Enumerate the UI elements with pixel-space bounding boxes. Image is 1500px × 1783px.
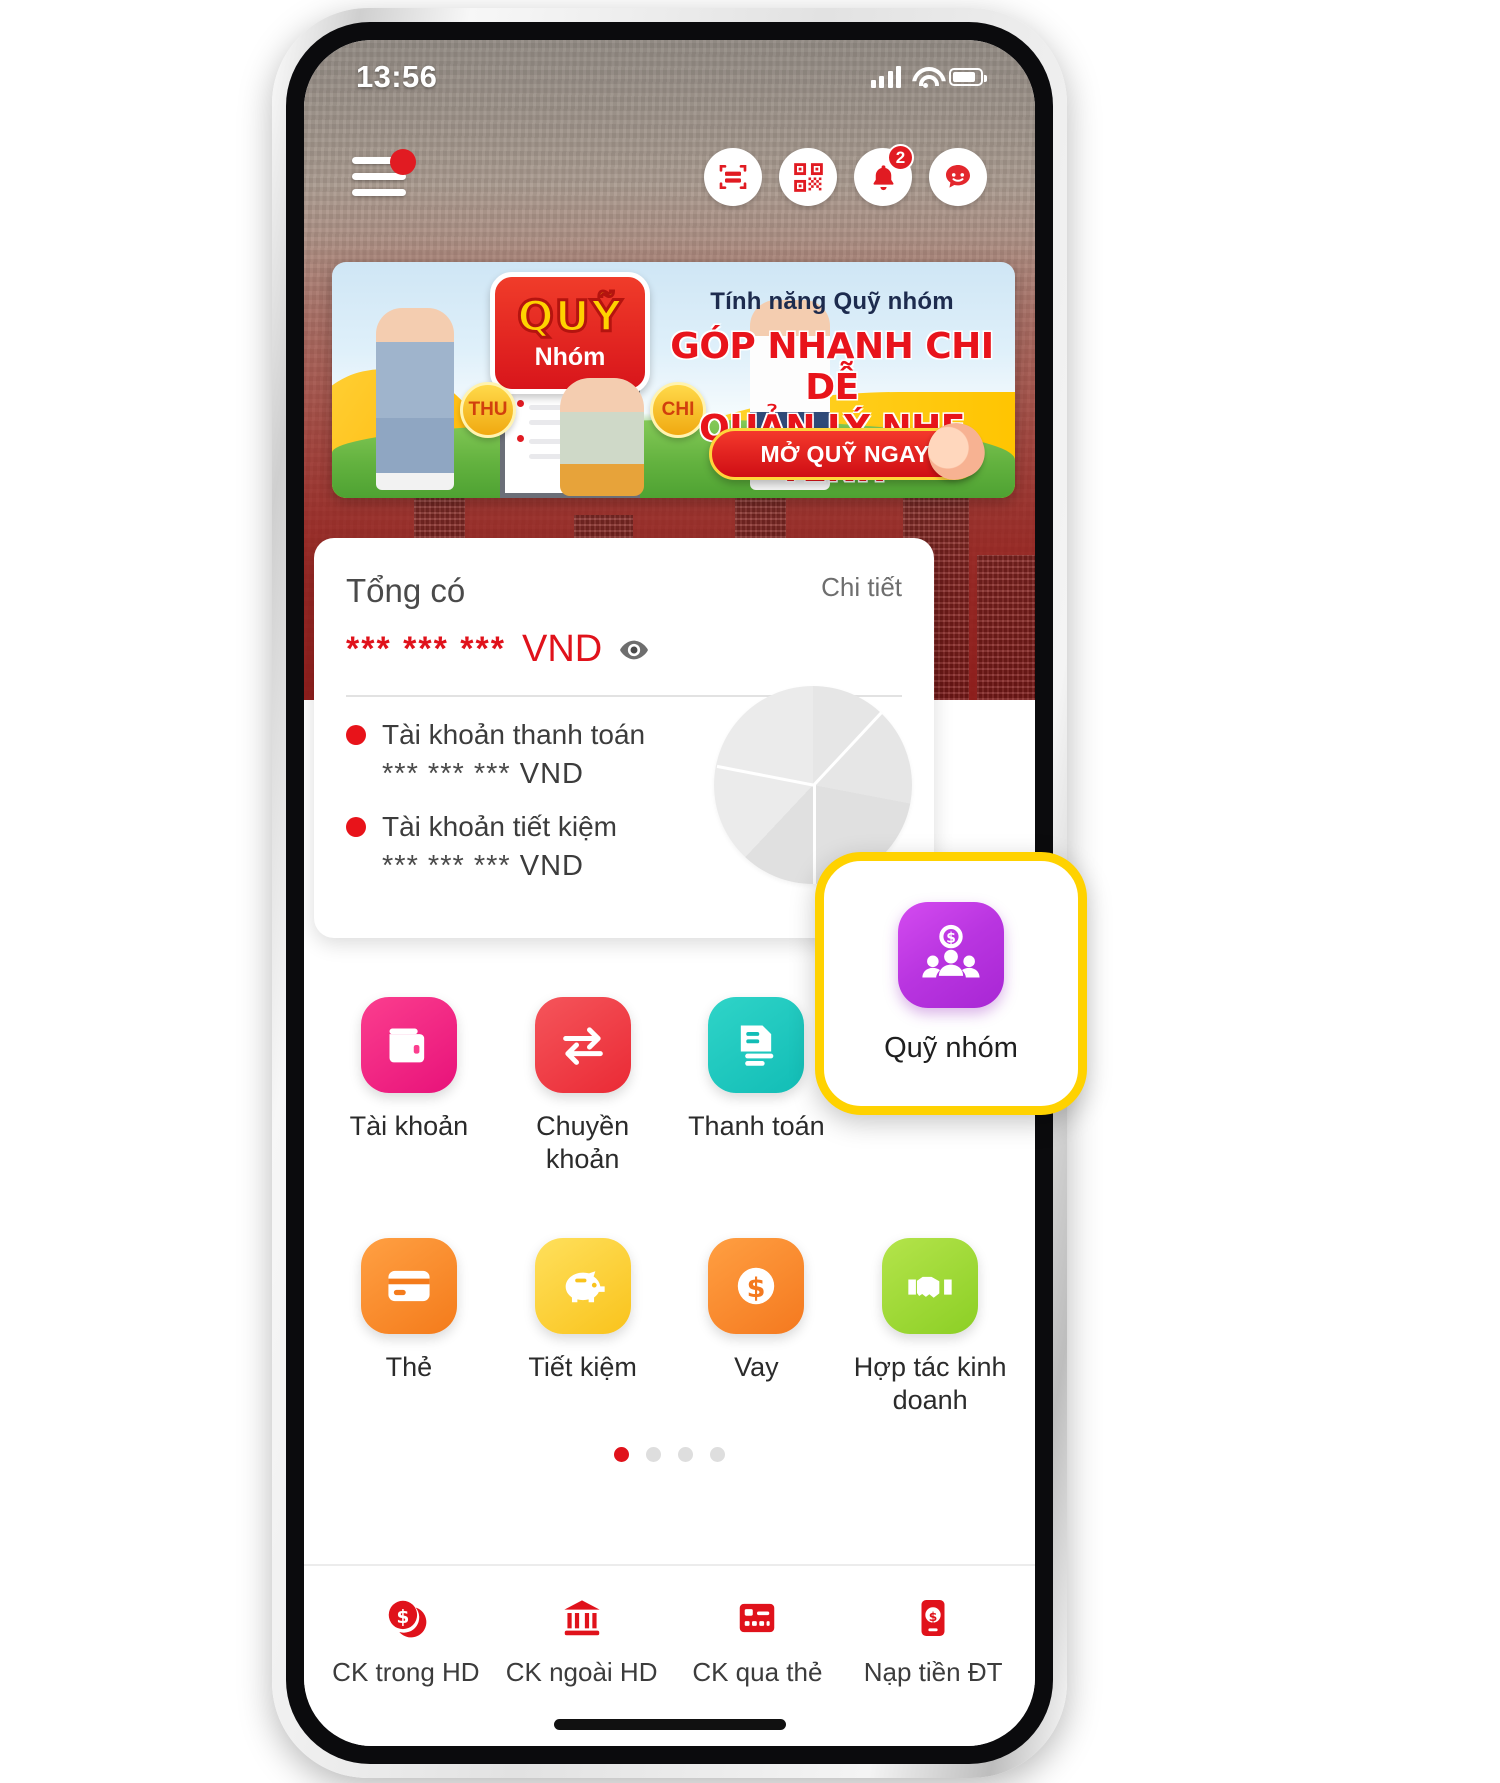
nav-label: CK qua thẻ bbox=[692, 1657, 823, 1687]
balance-detail-link[interactable]: Chi tiết bbox=[821, 572, 902, 603]
dollar-coin-icon: $ bbox=[708, 1237, 805, 1334]
signal-bars-icon bbox=[870, 66, 901, 88]
coin-dollar-icon: $ bbox=[380, 1592, 432, 1644]
piggy-bank-icon bbox=[534, 1237, 631, 1334]
pagination-dot-2[interactable] bbox=[646, 1446, 661, 1462]
banner-headline-1: GÓP NHANH CHI DỄ bbox=[670, 326, 994, 409]
svg-text:$: $ bbox=[946, 930, 956, 946]
shortcut-label: Chuyền khoản bbox=[536, 1111, 630, 1174]
shortcuts-row-2: Thẻ Tiết kiệm $ Vay Hợp tác kinh doanh bbox=[304, 1176, 1035, 1417]
battery-icon bbox=[949, 68, 987, 86]
svg-text:$: $ bbox=[396, 1607, 409, 1628]
account-amount-masked: *** *** *** bbox=[382, 758, 511, 790]
bill-payment-icon bbox=[708, 997, 805, 1093]
group-fund-icon: $ bbox=[898, 902, 1004, 1008]
total-balance-currency: VND bbox=[521, 628, 603, 670]
wifi-icon bbox=[912, 67, 938, 88]
legend-dot-icon bbox=[346, 817, 366, 837]
pagination-dots[interactable] bbox=[304, 1446, 1035, 1462]
open-fund-button-label: MỞ QUỸ NGAY bbox=[760, 440, 930, 467]
callout-label: Quỹ nhóm bbox=[884, 1032, 1018, 1064]
home-indicator bbox=[553, 1719, 786, 1730]
wallet-icon bbox=[360, 997, 457, 1093]
shortcut-the[interactable]: Thẻ bbox=[322, 1237, 496, 1417]
legend-dot-icon bbox=[346, 725, 366, 745]
eye-visibility-icon[interactable] bbox=[618, 639, 650, 661]
shortcut-tiet-kiem[interactable]: Tiết kiệm bbox=[496, 1237, 670, 1417]
credit-card-icon bbox=[360, 1237, 457, 1334]
mobile-topup-icon: $ bbox=[907, 1592, 959, 1644]
account-label: Tài khoản thanh toán bbox=[382, 719, 646, 750]
notification-dot bbox=[390, 149, 416, 175]
nav-label: Nạp tiền ĐT bbox=[863, 1657, 1003, 1687]
status-time: 13:56 bbox=[356, 59, 438, 94]
banner-person-left bbox=[376, 308, 454, 490]
nav-ck-trong-hd[interactable]: $ CK trong HD bbox=[318, 1592, 494, 1746]
bottom-navigation: $ CK trong HD CK ngoài HD CK qua thẻ $ N… bbox=[304, 1564, 1035, 1746]
shortcut-tai-khoan[interactable]: Tài khoản bbox=[322, 997, 496, 1176]
bell-icon[interactable]: 2 bbox=[854, 144, 914, 206]
bank-building-icon bbox=[556, 1592, 608, 1644]
transfer-arrows-icon bbox=[534, 997, 631, 1093]
account-amount-masked: *** *** *** bbox=[382, 850, 511, 882]
quy-nhom-logo: QUỸ Nhóm bbox=[490, 272, 650, 394]
nav-nap-tien-dt[interactable]: $ Nạp tiền ĐT bbox=[845, 1592, 1021, 1746]
chat-support-icon[interactable] bbox=[929, 148, 987, 206]
shortcut-label: Vay bbox=[734, 1351, 779, 1382]
coin-badge-thu: THU bbox=[460, 382, 516, 438]
banner-person-center bbox=[560, 378, 644, 496]
logo-subtitle: Nhóm bbox=[534, 343, 606, 371]
total-balance-row: *** *** *** VND bbox=[346, 628, 902, 671]
shortcut-label: Thanh toán bbox=[688, 1111, 825, 1141]
page-title: Tổng có bbox=[346, 572, 466, 609]
status-indicators bbox=[870, 66, 987, 88]
account-amount-currency: VND bbox=[519, 758, 584, 790]
hamburger-menu-icon[interactable] bbox=[352, 149, 416, 199]
total-balance-masked: *** *** *** bbox=[346, 630, 506, 668]
nav-label: CK trong HD bbox=[332, 1657, 480, 1687]
svg-text:$: $ bbox=[929, 1610, 938, 1624]
pagination-dot-4[interactable] bbox=[710, 1446, 725, 1462]
promo-banner[interactable]: QUỸ Nhóm THU CHI Tính năng Quỹ nhóm GÓP … bbox=[332, 262, 1015, 498]
open-fund-button[interactable]: MỞ QUỸ NGAY bbox=[709, 415, 992, 487]
shortcut-label: Tài khoản bbox=[349, 1111, 469, 1141]
shortcut-label: Tiết kiệm bbox=[528, 1351, 637, 1382]
shortcut-label: Hợp tác kinh doanh bbox=[853, 1351, 1007, 1415]
balance-card-header: Tổng có Chi tiết bbox=[346, 572, 902, 610]
banner-subtitle: Tính năng Quỹ nhóm bbox=[710, 288, 954, 315]
handshake-icon bbox=[882, 1237, 979, 1334]
shortcut-hop-tac[interactable]: Hợp tác kinh doanh bbox=[843, 1237, 1017, 1417]
nav-label: CK ngoài HD bbox=[505, 1657, 658, 1687]
card-transfer-icon bbox=[731, 1592, 783, 1644]
pagination-dot-1[interactable] bbox=[614, 1446, 629, 1462]
account-amount-currency: VND bbox=[519, 850, 584, 882]
shortcut-chuyen-khoan[interactable]: Chuyền khoản bbox=[496, 997, 670, 1176]
shortcut-label: Thẻ bbox=[385, 1351, 433, 1382]
svg-text:$: $ bbox=[747, 1273, 766, 1304]
pagination-dot-3[interactable] bbox=[678, 1446, 693, 1462]
qr-code-icon[interactable] bbox=[779, 148, 837, 206]
status-bar: 13:56 bbox=[304, 40, 1035, 114]
notification-badge: 2 bbox=[887, 144, 914, 171]
top-nav-icons: 2 bbox=[704, 144, 987, 206]
account-label: Tài khoản tiết kiệm bbox=[382, 811, 617, 842]
shortcut-vay[interactable]: $ Vay bbox=[670, 1237, 844, 1417]
logo-title: QUỸ bbox=[516, 292, 624, 342]
top-navigation-bar: 2 bbox=[304, 142, 1035, 212]
scan-document-icon[interactable] bbox=[704, 148, 762, 206]
quy-nhom-highlight-callout[interactable]: $ Quỹ nhóm bbox=[815, 852, 1087, 1115]
